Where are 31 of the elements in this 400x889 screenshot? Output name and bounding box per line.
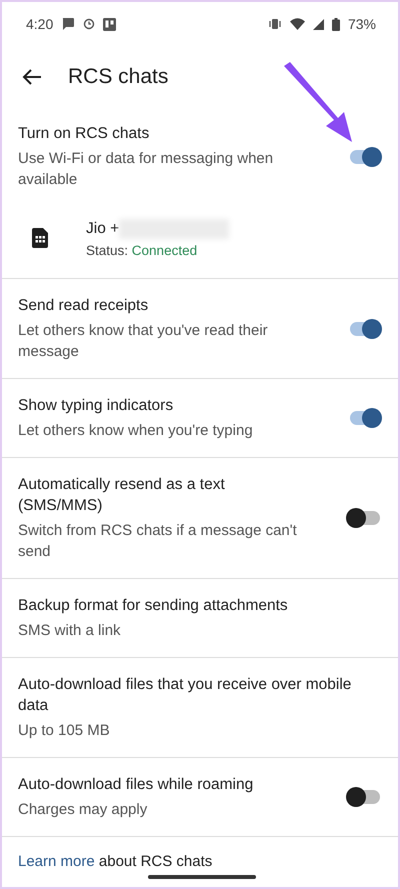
- battery-percentage: 73%: [348, 16, 376, 32]
- signal-icon: [312, 18, 324, 30]
- history-icon: [83, 18, 96, 30]
- chat-icon: [61, 17, 76, 32]
- setting-description: Use Wi-Fi or data for messaging when available: [18, 149, 274, 190]
- wifi-icon: [290, 18, 305, 30]
- toggle-switch[interactable]: [346, 508, 382, 528]
- sim-status: Status: Connected: [86, 243, 198, 258]
- vibrate-icon: [268, 18, 282, 30]
- setting-title: Send read receipts: [18, 296, 150, 316]
- toggle-switch[interactable]: [346, 787, 382, 807]
- setting-description: Up to 105 MB: [18, 721, 111, 741]
- clock: 4:20: [26, 16, 54, 32]
- sim-card-icon: [32, 228, 48, 248]
- page-title: RCS chats: [68, 64, 168, 89]
- setting-title: Turn on RCS chats: [18, 124, 150, 144]
- setting-title: Show typing indicators: [18, 396, 174, 416]
- setting-description: SMS with a link: [18, 621, 122, 641]
- board-icon: [103, 18, 116, 31]
- setting-title: Automatically resend as a text (SMS/MMS): [18, 475, 226, 516]
- sim-name: Jio +: [86, 219, 120, 239]
- setting-title: Backup format for sending attachments: [18, 596, 289, 616]
- setting-title: Auto-download files while roaming: [18, 775, 254, 795]
- setting-description: Let others know that you've read their message: [18, 321, 269, 362]
- footer-text: Learn more about RCS chats: [18, 853, 212, 870]
- learn-more-link[interactable]: Learn more: [18, 853, 95, 870]
- setting-description: Charges may apply: [18, 800, 148, 820]
- setting-title: Auto-download files that you receive over mobile data: [18, 675, 352, 716]
- battery-icon: [332, 18, 340, 31]
- setting-description: Switch from RCS chats if a message can't send: [18, 521, 298, 562]
- setting-description: Let others know when you're typing: [18, 421, 254, 441]
